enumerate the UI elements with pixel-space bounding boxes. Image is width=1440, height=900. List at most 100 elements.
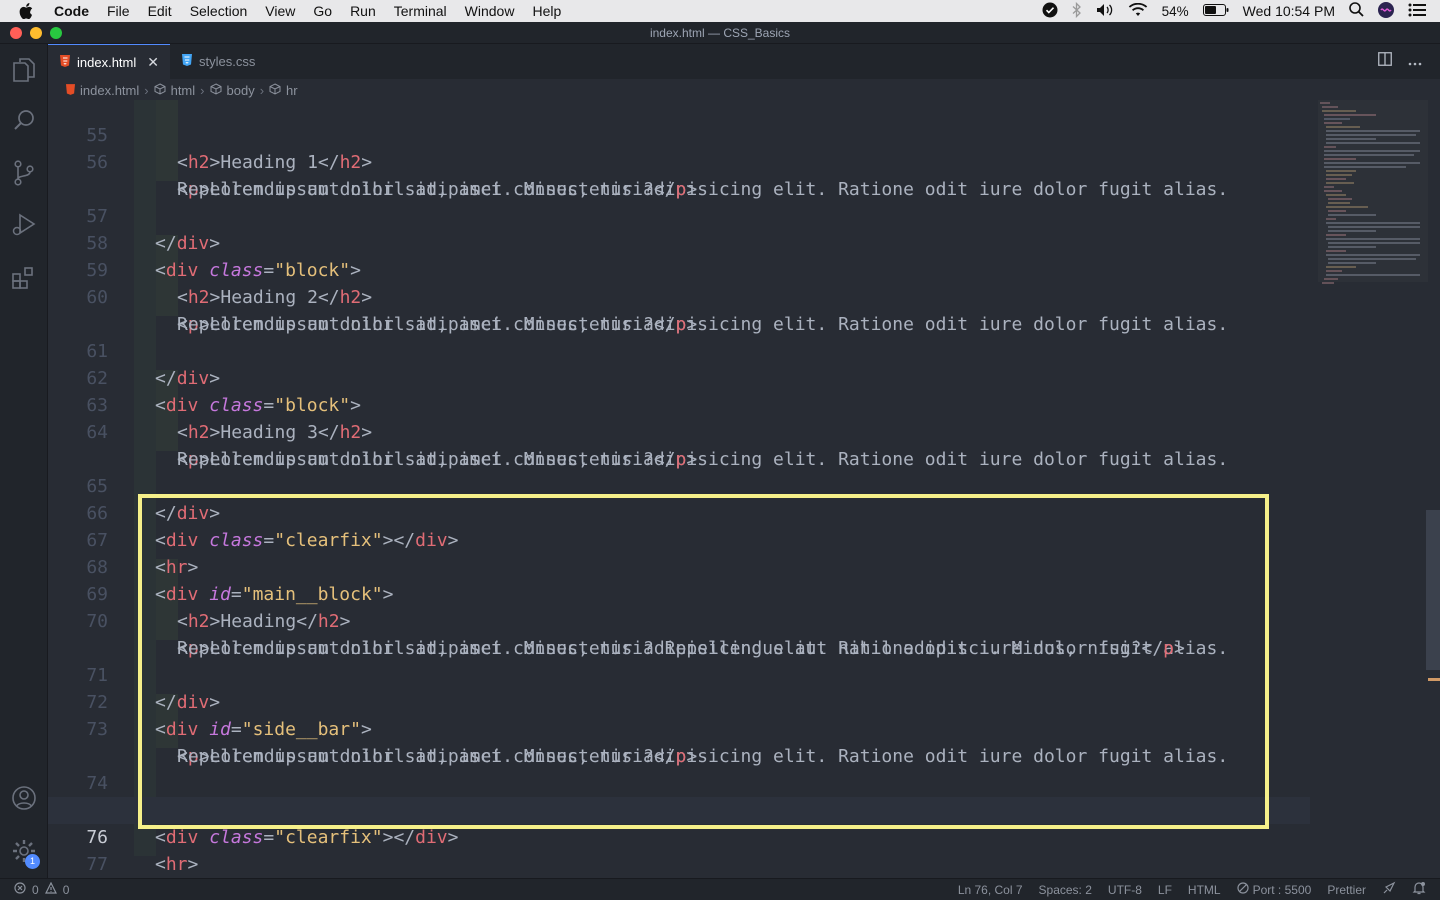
breadcrumb-html[interactable]: html — [171, 83, 196, 98]
search-icon[interactable] — [0, 96, 48, 144]
port-label: Port : 5500 — [1252, 882, 1312, 897]
battery-percentage: 54% — [1161, 3, 1189, 19]
warning-icon — [44, 881, 57, 897]
settings-badge: 1 — [25, 854, 40, 869]
cursor-position[interactable]: Ln 76, Col 7 — [958, 883, 1023, 897]
code-line[interactable]: 78 </html> — [48, 851, 1310, 878]
menu-terminal[interactable]: Terminal — [385, 0, 456, 22]
extensions-icon[interactable] — [0, 253, 48, 301]
menu-file[interactable]: File — [98, 0, 139, 22]
code-line[interactable]: 57 </div> — [48, 176, 1310, 254]
explorer-icon[interactable] — [0, 46, 48, 94]
code-line-wrap[interactable]: Repellendus aut nihil adipisci. Minus, n… — [48, 716, 1310, 767]
code-line[interactable]: 64 <p>Lorem ipsum dolor sit, amet consec… — [48, 392, 1310, 470]
code-line[interactable]: 56 <p>Lorem ipsum dolor sit, amet consec… — [48, 122, 1310, 200]
source-control-icon[interactable] — [0, 149, 48, 197]
code-line[interactable]: 55 <h2>Heading 1</h2> — [48, 100, 1310, 173]
tab-styles-css[interactable]: styles.css — [170, 44, 280, 79]
vertical-scrollbar[interactable] — [1426, 510, 1440, 670]
menubar-clock[interactable]: Wed 10:54 PM — [1243, 3, 1335, 19]
minimize-window-button[interactable] — [30, 27, 42, 39]
zoom-window-button[interactable] — [50, 27, 62, 39]
code-line-current[interactable]: 76 <hr> — [48, 797, 1310, 875]
code-line[interactable]: 62 <div class="block"> — [48, 338, 1310, 416]
close-tab-icon[interactable]: ✕ — [147, 54, 159, 71]
code-line[interactable]: 70 <p>Lorem ipsum dolor sit, amet consec… — [48, 581, 1310, 659]
code-line[interactable]: 61 </div> — [48, 311, 1310, 389]
wifi-icon[interactable] — [1128, 2, 1148, 20]
code-line[interactable]: 75 <div class="clearfix"></div> — [48, 770, 1310, 848]
menu-app-code[interactable]: Code — [52, 0, 98, 22]
language-mode[interactable]: HTML — [1188, 883, 1221, 897]
warning-count: 0 — [62, 882, 70, 897]
code-line[interactable]: 59 <h2>Heading 2</h2> — [48, 230, 1310, 308]
indentation[interactable]: Spaces: 2 — [1039, 883, 1092, 897]
check-circle-icon[interactable] — [1042, 2, 1058, 21]
breadcrumb-file[interactable]: index.html — [80, 83, 139, 98]
tab-index-html[interactable]: index.html ✕ — [48, 44, 170, 79]
close-window-button[interactable] — [10, 27, 22, 39]
code-line[interactable]: 71 </div> — [48, 635, 1310, 713]
window-title: index.html — CSS_Basics — [649, 25, 791, 40]
encoding[interactable]: UTF-8 — [1108, 883, 1142, 897]
menu-window[interactable]: Window — [456, 0, 524, 22]
menu-help[interactable]: Help — [523, 0, 570, 22]
code-line[interactable]: 72 <div id="side__bar"> — [48, 662, 1310, 740]
code-line-wrap[interactable]: Repellendus aut nihil adipisci. Minus, n… — [48, 284, 1310, 335]
notifications-bell-icon[interactable] — [1412, 881, 1426, 898]
feedback-icon[interactable] — [1382, 881, 1396, 898]
code-line-wrap[interactable]: Repellendus aut nihil adipisci. Minus, n… — [48, 419, 1310, 470]
chevron-right-icon: › — [259, 82, 265, 98]
notification-center-icon[interactable] — [1408, 3, 1426, 20]
window-controls — [10, 27, 62, 39]
settings-gear-icon[interactable]: 1 — [0, 827, 48, 875]
problems-indicator[interactable]: 0 0 — [14, 881, 70, 897]
html5-icon — [60, 54, 70, 70]
spotlight-search-icon[interactable] — [1349, 2, 1364, 20]
menu-selection[interactable]: Selection — [181, 0, 257, 22]
prettier-formatter[interactable]: Prettier — [1327, 883, 1366, 897]
siri-icon[interactable] — [1378, 1, 1394, 21]
code-line[interactable]: 74 </div> — [48, 743, 1310, 821]
code-line-wrap[interactable]: Repellendus aut nihil adipisci. Minus, n… — [48, 608, 1310, 659]
end-of-line[interactable]: LF — [1158, 883, 1172, 897]
code-line[interactable]: 66 <div class="clearfix"></div> — [48, 473, 1310, 551]
more-actions-icon[interactable] — [1408, 53, 1422, 71]
code-line[interactable]: 58 <div class="block"> — [48, 203, 1310, 281]
error-count: 0 — [32, 882, 39, 897]
breadcrumb-body[interactable]: body — [227, 83, 255, 98]
bluetooth-icon[interactable] — [1072, 1, 1082, 21]
code-line[interactable]: 73 <p>Lorem ipsum dolor sit, amet consec… — [48, 689, 1310, 767]
code-line[interactable]: 77 </body> — [48, 824, 1310, 875]
code-line[interactable]: 67 <hr> — [48, 500, 1310, 578]
code-line[interactable]: 65 </div> — [48, 446, 1310, 524]
cube-icon — [269, 82, 281, 98]
code-line[interactable]: 69 <h2>Heading</h2> — [48, 554, 1310, 632]
battery-icon[interactable] — [1202, 3, 1229, 19]
editor-tab-bar: index.html ✕ styles.css — [48, 44, 1440, 79]
menu-view[interactable]: View — [256, 0, 304, 22]
code-line[interactable]: 68 <div id="main__block"> — [48, 527, 1310, 605]
chevron-right-icon: › — [144, 82, 149, 98]
run-debug-icon[interactable] — [0, 201, 48, 249]
minimap[interactable] — [1316, 100, 1428, 290]
tab-label: index.html — [77, 54, 137, 70]
breadcrumb-hr[interactable]: hr — [286, 83, 298, 98]
no-entry-icon — [1236, 882, 1249, 897]
accounts-icon[interactable] — [0, 774, 48, 822]
volume-icon[interactable] — [1096, 3, 1114, 20]
apple-menu-icon[interactable] — [0, 3, 52, 19]
menu-go[interactable]: Go — [304, 0, 341, 22]
live-server-port[interactable]: Port : 5500 — [1236, 882, 1312, 897]
code-line-wrap[interactable]: Repellendus aut nihil adipisci. Minus, n… — [48, 149, 1310, 200]
editor-actions — [1378, 44, 1440, 79]
cube-icon — [154, 82, 166, 98]
code-line[interactable]: 60 <p>Lorem ipsum dolor sit, amet consec… — [48, 257, 1310, 335]
menu-edit[interactable]: Edit — [139, 0, 181, 22]
code-line[interactable]: 63 <h2>Heading 3</h2> — [48, 365, 1310, 443]
tab-label: styles.css — [199, 54, 256, 69]
code-editor[interactable]: 55 <h2>Heading 1</h2> 56 <p>Lorem ipsum … — [48, 100, 1310, 878]
status-bar: 0 0 Ln 76, Col 7 Spaces: 2 UTF-8 LF HTML… — [0, 878, 1440, 900]
menu-run[interactable]: Run — [341, 0, 385, 22]
split-editor-icon[interactable] — [1378, 52, 1392, 71]
